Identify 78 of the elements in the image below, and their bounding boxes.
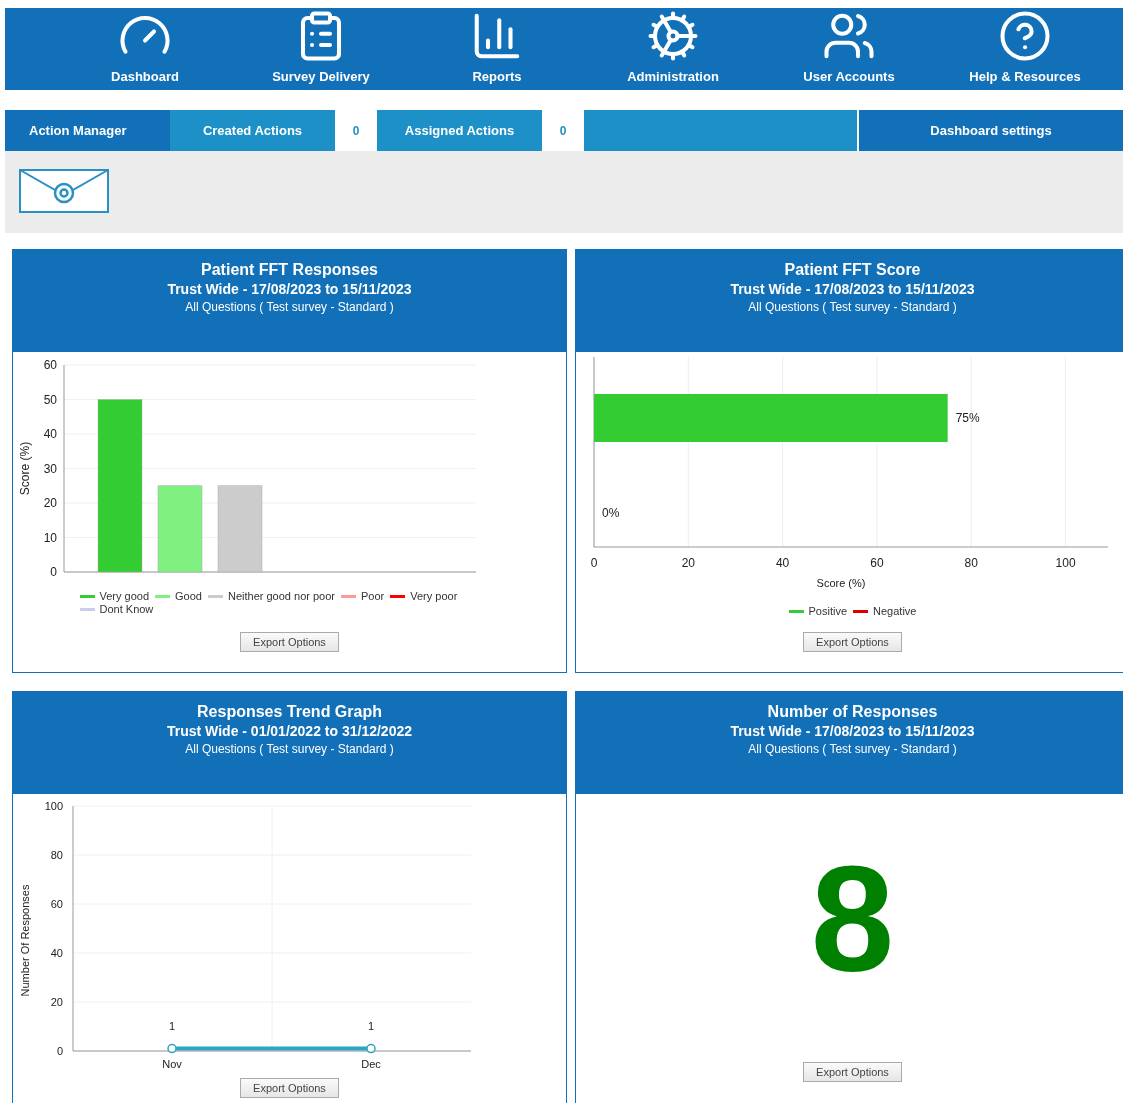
legend-label: Very good <box>99 590 150 602</box>
count-badge: 0 <box>542 110 584 151</box>
point <box>366 1043 376 1054</box>
tick-label: 0 <box>50 565 57 579</box>
tick-label: 40 <box>43 427 57 441</box>
value-label: 1 <box>168 1019 176 1032</box>
tick-label: 60 <box>43 358 57 372</box>
legend-swatch <box>788 609 804 613</box>
count-badge: 0 <box>335 110 377 151</box>
card-title: Responses Trend Graph <box>197 703 382 721</box>
export-options-button[interactable]: Export Options <box>803 632 902 652</box>
card-subtitle: Trust Wide - 17/08/2023 to 15/11/2023 <box>167 281 412 297</box>
point <box>167 1043 177 1054</box>
action-tab[interactable]: Assigned Actions <box>377 110 542 151</box>
export-options-button[interactable]: Export Options <box>240 1078 339 1098</box>
tick-label: 60 <box>50 898 63 910</box>
value-label: 0% <box>601 506 619 520</box>
axis-title: Score (%) <box>816 577 865 589</box>
tick-label: 100 <box>1055 556 1076 570</box>
tick-label: Dec <box>361 1058 381 1070</box>
tick-label: 20 <box>50 996 63 1008</box>
nav-item[interactable]: User Accounts <box>761 8 937 90</box>
card-subtitle: Trust Wide - 17/08/2023 to 15/11/2023 <box>730 723 975 739</box>
card-subtitle: Trust Wide - 17/08/2023 to 15/11/2023 <box>730 281 975 297</box>
tick-label: 100 <box>44 800 63 812</box>
nav-item[interactable]: Administration <box>585 8 761 90</box>
card-scope: All Questions ( Test survey - Standard ) <box>748 300 957 314</box>
legend-swatch <box>341 594 356 598</box>
legend-swatch <box>207 594 223 598</box>
tick-label: 80 <box>964 556 978 570</box>
card-scope: All Questions ( Test survey - Standard ) <box>185 742 394 756</box>
action-manager-title: Action Manager <box>5 110 170 151</box>
legend-label: Dont Know <box>99 603 154 615</box>
legend-label: Negative <box>873 605 917 617</box>
export-options-button[interactable]: Export Options <box>803 1062 902 1082</box>
tick-label: 20 <box>43 496 57 510</box>
tick-label: Nov <box>162 1058 182 1070</box>
action-tab[interactable]: Created Actions <box>170 110 335 151</box>
card-title: Patient FFT Score <box>784 261 921 279</box>
tick-label: 80 <box>50 849 63 861</box>
tick-label: 20 <box>681 556 695 570</box>
nav-item[interactable]: Dashboard <box>57 8 233 90</box>
card-scope: All Questions ( Test survey - Standard ) <box>748 742 957 756</box>
gear-icon <box>646 9 700 63</box>
tick-label: 60 <box>869 556 884 570</box>
axis-title: Number Of Responses <box>19 884 31 997</box>
legend-label: Very poor <box>410 590 458 602</box>
legend-swatch <box>155 594 171 598</box>
card-scope: All Questions ( Test survey - Standard ) <box>185 300 394 314</box>
legend-swatch <box>853 609 869 613</box>
axis-title: Score (%) <box>18 441 32 496</box>
card-title: Patient FFT Responses <box>201 261 378 279</box>
tick-label: 10 <box>43 530 57 545</box>
nav-item[interactable]: Help & Resources <box>937 8 1113 90</box>
tick-label: 0 <box>56 1045 63 1057</box>
email-icon[interactable] <box>19 169 109 213</box>
response-count: 8 <box>810 844 895 994</box>
tick-label: 0 <box>590 556 597 570</box>
tick-label: 50 <box>43 392 57 407</box>
card-subtitle: Trust Wide - 01/01/2022 to 31/12/2022 <box>167 723 412 739</box>
tick-label: 40 <box>50 947 63 959</box>
value-label: 1 <box>367 1019 375 1032</box>
legend-swatch <box>390 594 406 598</box>
legend-label: Neither good nor poor <box>227 590 335 602</box>
export-options-button[interactable]: Export Options <box>240 632 339 652</box>
dashboard-settings-button[interactable]: Dashboard settings <box>857 110 1123 151</box>
legend-swatch <box>79 607 95 611</box>
tick-label: 40 <box>775 556 789 570</box>
card-title: Number of Responses <box>767 703 938 721</box>
value-label: 75% <box>955 411 980 425</box>
nav-item[interactable]: Reports <box>409 8 585 90</box>
legend-label: Good <box>175 590 202 602</box>
legend-label: Positive <box>808 605 848 617</box>
legend-swatch <box>79 594 95 598</box>
help-icon <box>998 9 1052 63</box>
legend-label: Poor <box>361 590 385 602</box>
nav-item[interactable]: Survey Delivery <box>233 8 409 90</box>
tick-label: 30 <box>43 461 57 476</box>
